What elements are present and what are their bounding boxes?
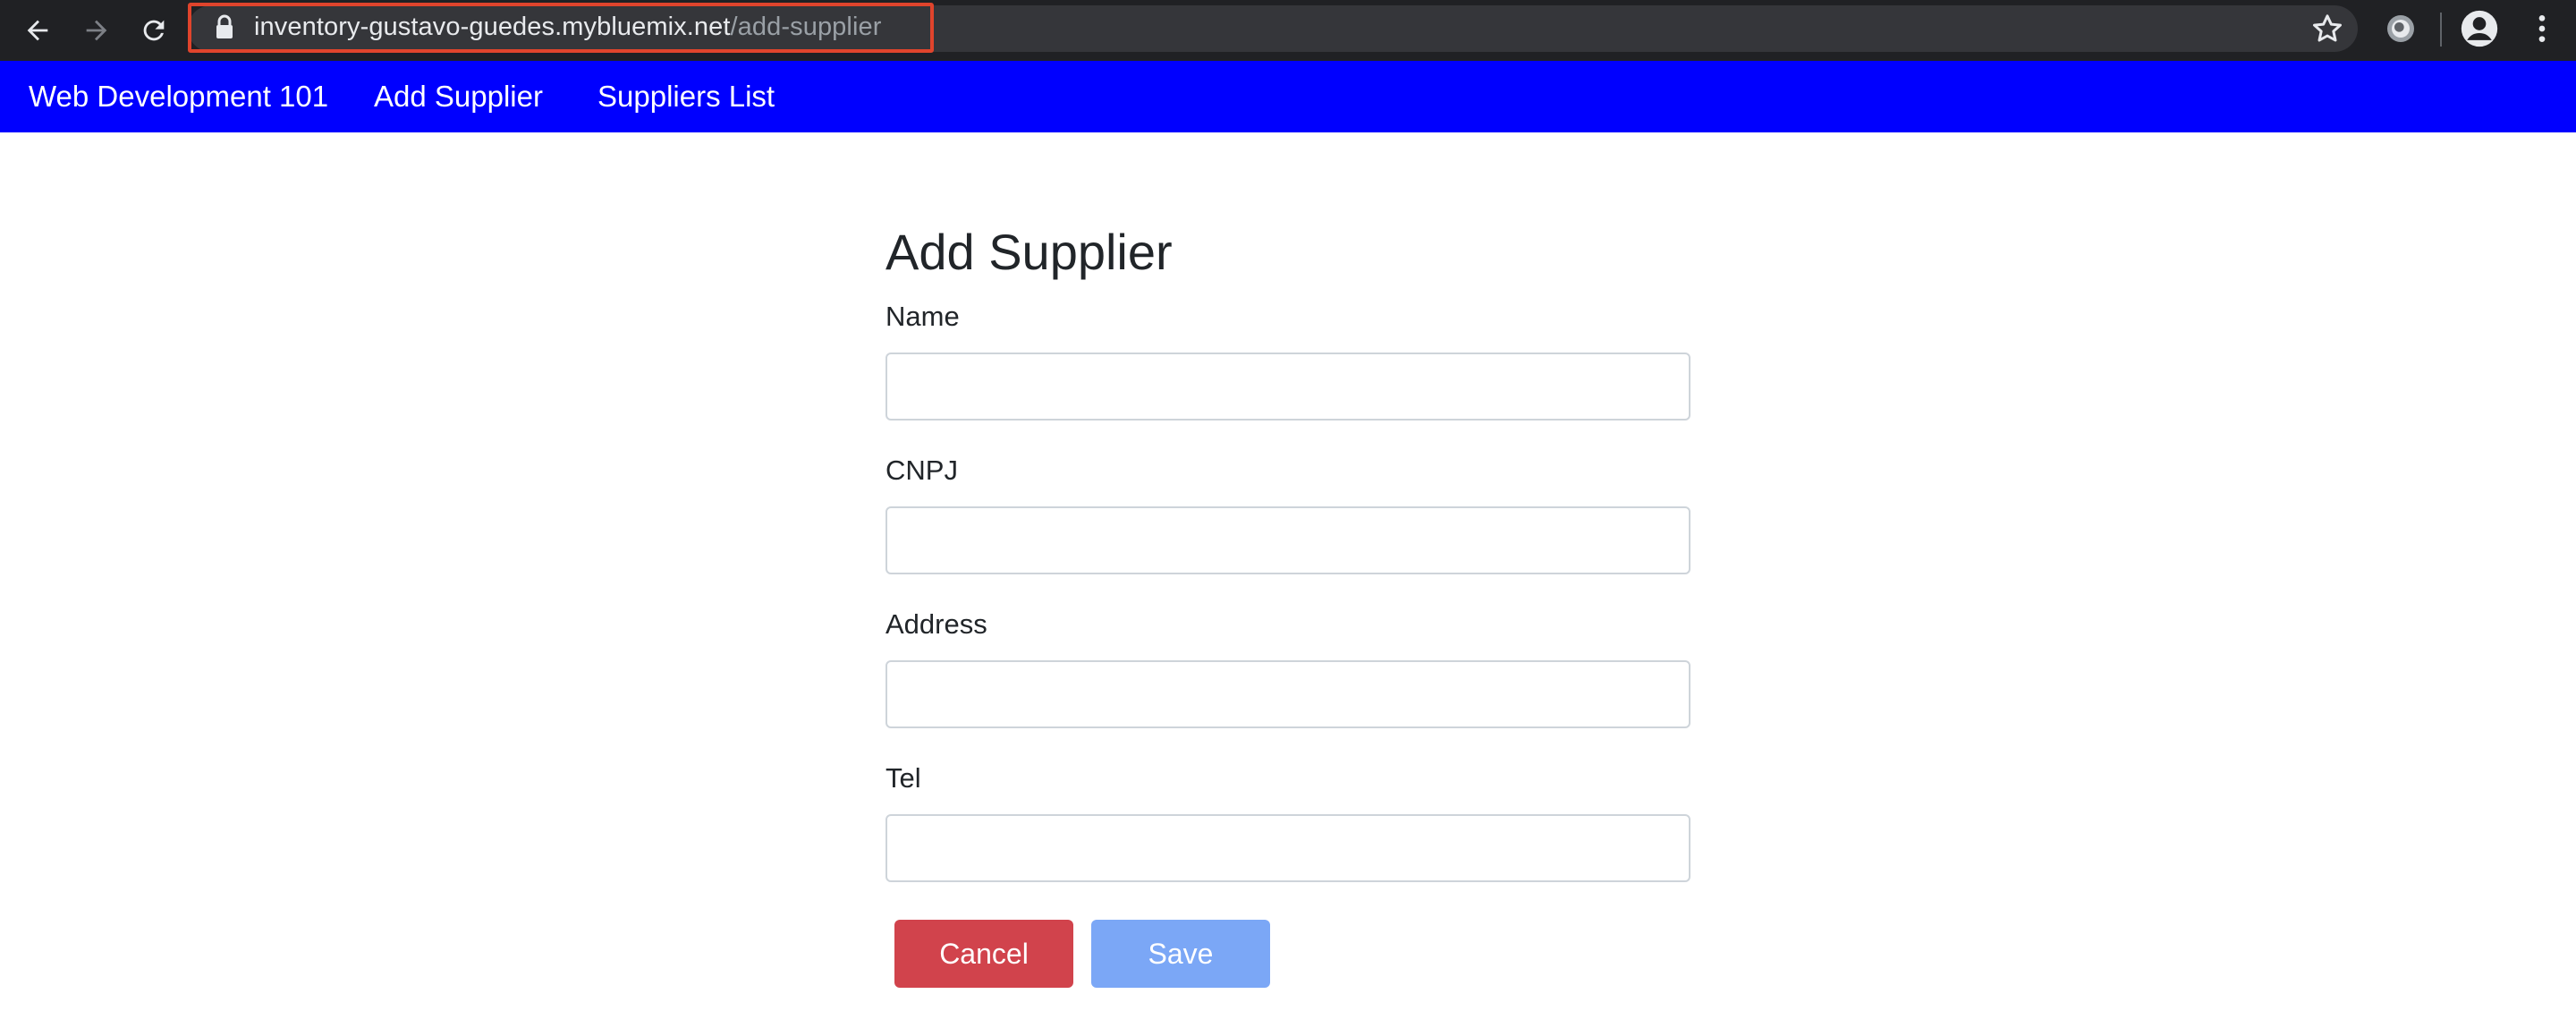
forward-icon [86, 20, 107, 41]
url-text[interactable]: inventory-gustavo-guedes.mybluemix.net/a… [254, 11, 881, 43]
back-button[interactable] [13, 5, 63, 55]
menu-icon[interactable] [2524, 11, 2560, 47]
name-field[interactable] [886, 353, 1690, 421]
address-label: Address [886, 608, 987, 640]
name-label: Name [886, 301, 960, 332]
url-host: inventory-gustavo-guedes.mybluemix.net [254, 13, 731, 41]
cancel-button[interactable]: Cancel [894, 920, 1073, 988]
navbar-brand[interactable]: Web Development 101 [29, 61, 328, 132]
toolbar-separator [2440, 13, 2442, 47]
cnpj-field[interactable] [886, 506, 1690, 574]
back-icon [27, 20, 48, 41]
star-icon[interactable] [2309, 11, 2345, 47]
app-navbar: Web Development 101 Add Supplier Supplie… [0, 61, 2576, 132]
tel-label: Tel [886, 762, 921, 794]
nav-link-add-supplier[interactable]: Add Supplier [374, 61, 543, 132]
page-title: Add Supplier [886, 224, 1173, 280]
profile-icon[interactable] [2460, 9, 2499, 48]
forward-button[interactable] [72, 5, 122, 55]
nav-link-suppliers-list[interactable]: Suppliers List [597, 61, 775, 132]
extension-icon[interactable] [2383, 11, 2419, 47]
url-path: /add-supplier [730, 13, 882, 41]
tel-field[interactable] [886, 814, 1690, 882]
reload-button[interactable] [129, 5, 179, 55]
lock-icon [216, 14, 233, 38]
reload-icon [143, 20, 165, 41]
browser-toolbar: inventory-gustavo-guedes.mybluemix.net/a… [0, 0, 2576, 61]
cnpj-label: CNPJ [886, 455, 958, 486]
address-field[interactable] [886, 660, 1690, 728]
save-button[interactable]: Save [1091, 920, 1270, 988]
